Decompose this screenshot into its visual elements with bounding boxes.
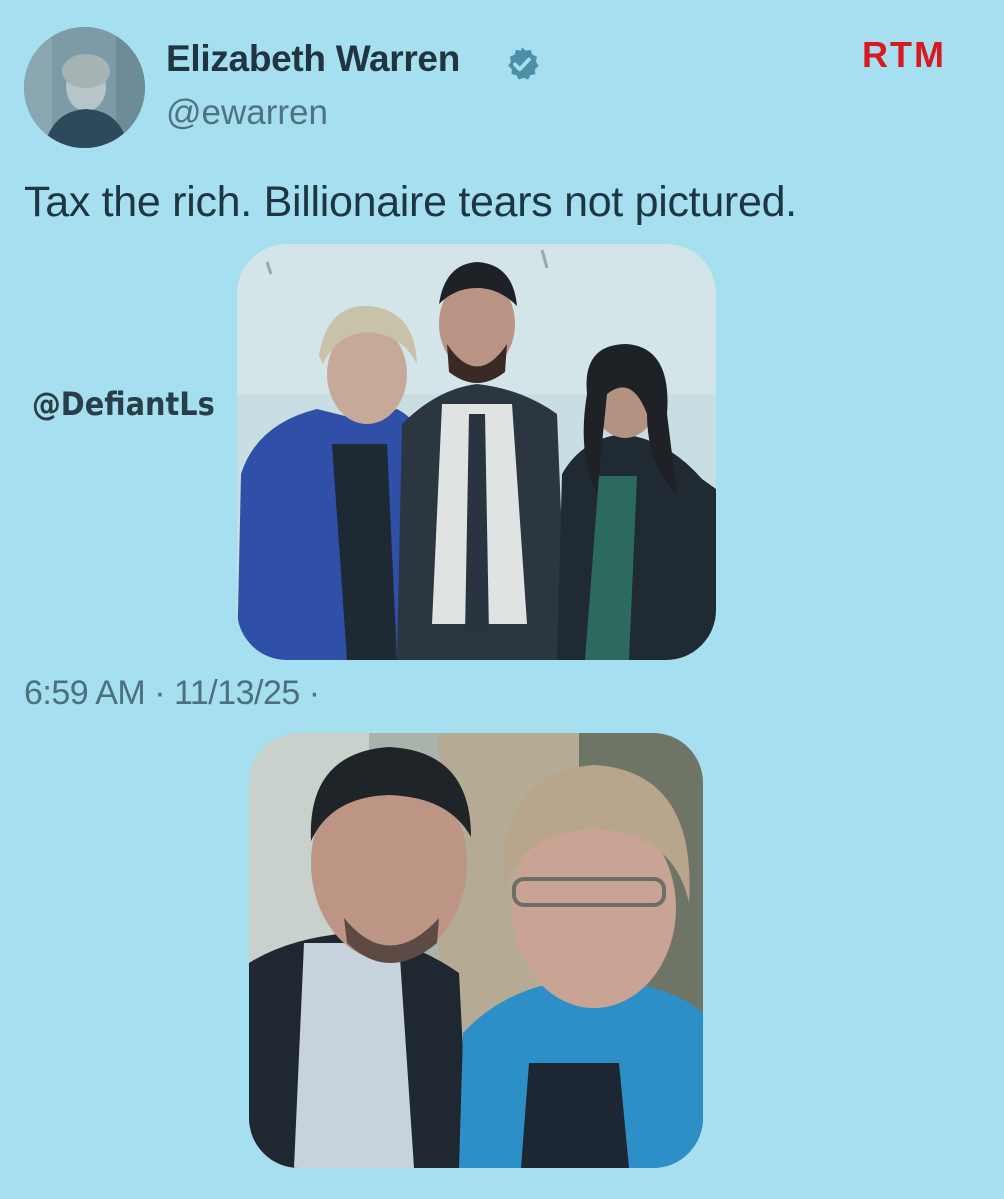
tweet-photo-2[interactable] bbox=[249, 733, 703, 1168]
two-person-photo bbox=[249, 733, 703, 1168]
tweet-timestamp[interactable]: 6:59 AM · 11/13/25 · bbox=[24, 674, 320, 713]
watermark-handle: @DefiantLs bbox=[32, 385, 215, 423]
verified-badge-icon bbox=[508, 47, 539, 80]
avatar-photo bbox=[24, 27, 145, 148]
display-name[interactable]: Elizabeth Warren bbox=[166, 38, 460, 80]
tweet-photo-1[interactable] bbox=[237, 244, 716, 660]
tweet-text: Tax the rich. Billionaire tears not pict… bbox=[24, 178, 797, 226]
brand-logo: RTM bbox=[862, 34, 946, 75]
group-photo bbox=[237, 244, 716, 660]
profile-avatar[interactable] bbox=[24, 27, 145, 148]
user-handle[interactable]: @ewarren bbox=[166, 93, 328, 133]
